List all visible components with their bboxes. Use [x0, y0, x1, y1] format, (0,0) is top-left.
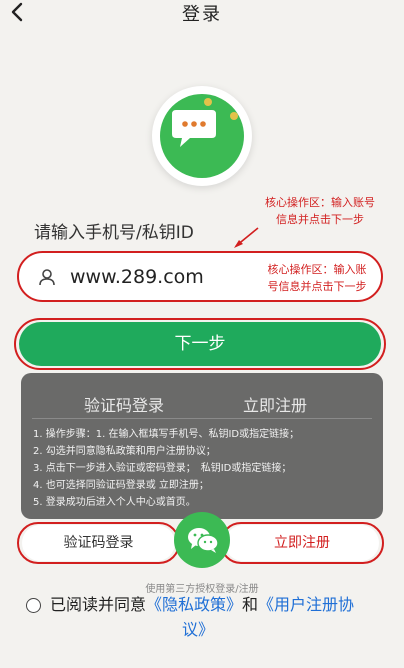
phone-field-label: 请输入手机号/私钥ID [34, 223, 194, 243]
annotation-core-area-top: 核心操作区：输入账号 信息并点击下一步 [265, 196, 375, 226]
wechat-icon [188, 528, 219, 553]
agreement-text: 已阅读并同意《隐私政策》和《用户注册协 [50, 595, 355, 614]
sms-login-button[interactable]: 验证码登录 [22, 525, 175, 561]
panel-divider [32, 418, 372, 419]
agreement-radio[interactable] [26, 598, 41, 613]
step-item: 5. 登录成功后进入个人中心或首页。 [33, 497, 196, 508]
user-agreement-link[interactable]: 《用户注册协 [258, 595, 354, 614]
next-step-button[interactable]: 下一步 [19, 322, 381, 366]
phone-input[interactable] [70, 262, 250, 292]
user-agreement-link-cont[interactable]: 议》 [182, 616, 214, 640]
step-item: 1. 操作步骤：1. 在输入框填写手机号、私钥ID或指定链接； [33, 429, 300, 440]
page-title: 登录 [182, 4, 222, 25]
app-logo [152, 86, 252, 186]
register-button[interactable]: 立即注册 [225, 525, 379, 561]
coin-decoration [230, 112, 238, 120]
chat-bubble-icon [172, 110, 216, 147]
privacy-policy-link[interactable]: 《隐私政策》 [146, 595, 242, 614]
step-item: 2. 勾选并同意隐私政策和用户注册协议； [33, 446, 216, 457]
step-item: 4. 也可选择同验证码登录或 立即注册； [33, 480, 209, 491]
step-item: 3. 点击下一步进入验证或密码登录； 私钥ID或指定链接； [33, 463, 292, 474]
user-icon [39, 269, 55, 286]
third-party-login-text: 使用第三方授权登录/注册 [145, 584, 259, 595]
steps-list: 1. 操作步骤：1. 在输入框填写手机号、私钥ID或指定链接； 2. 勾选并同意… [33, 426, 373, 511]
panel-tab-sms-login[interactable]: 验证码登录 [84, 392, 164, 416]
annotation-arrow [234, 227, 259, 248]
panel-tab-register[interactable]: 立即注册 [243, 392, 307, 416]
coin-decoration [204, 98, 212, 106]
annotation-core-area-input: 核心操作区：输入账 号信息并点击下一步 [267, 263, 367, 293]
